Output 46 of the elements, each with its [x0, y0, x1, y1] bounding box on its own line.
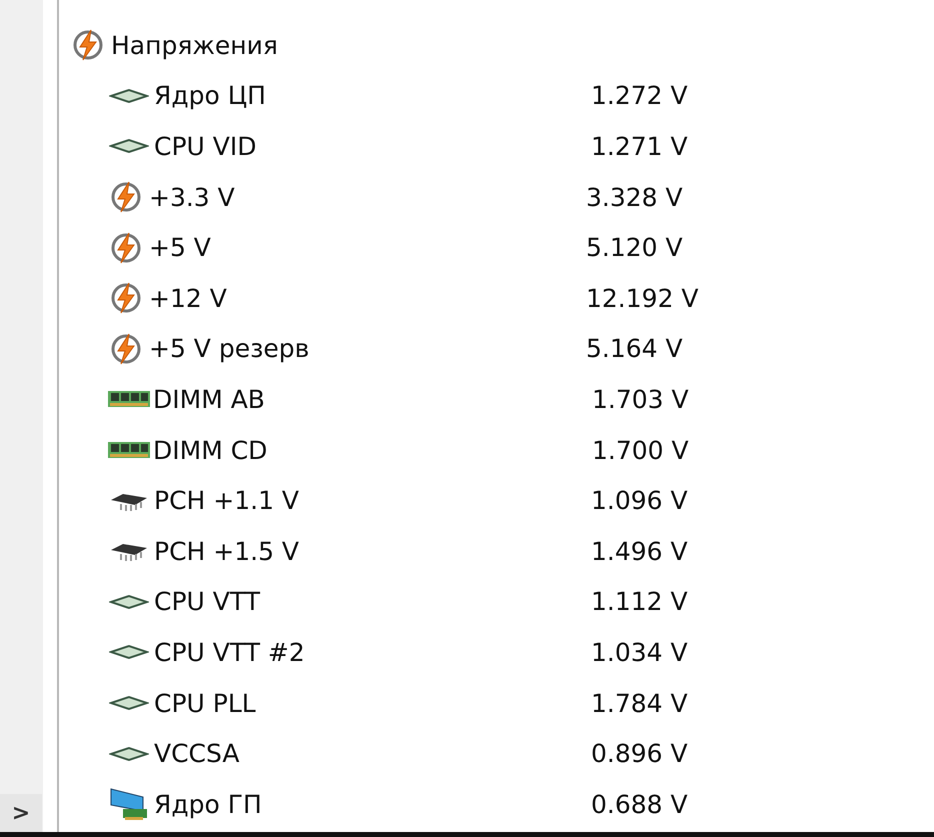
lightning-icon: [109, 180, 143, 214]
sensor-value: 1.700 V: [592, 436, 689, 465]
sensor-label: CPU VTT #2: [154, 638, 306, 667]
sensor-value: 5.120 V: [586, 233, 683, 262]
sensor-value: 1.703 V: [592, 384, 689, 414]
sensor-label: VCCSA: [154, 739, 240, 768]
sensor-label: DIMM AB: [153, 384, 266, 414]
sensor-value: 0.896 V: [591, 739, 688, 768]
sensor-value: 3.328 V: [586, 182, 683, 212]
sensor-value: 1.034 V: [591, 638, 688, 667]
sensor-value: 1.496 V: [591, 536, 688, 566]
sensor-value: 1.784 V: [591, 688, 688, 718]
lightning-icon: [109, 230, 143, 265]
sensor-value: 12.192 V: [586, 284, 699, 313]
sensor-value: 1.096 V: [591, 486, 688, 516]
expand-button[interactable]: >: [0, 794, 42, 832]
memory-module-icon: [107, 440, 151, 460]
sensor-label: DIMM CD: [153, 436, 268, 465]
sensor-value: 1.112 V: [591, 587, 688, 616]
sensor-label: +12 V: [149, 284, 228, 313]
sensor-label: +5 V: [149, 233, 212, 262]
lightning-icon: [109, 281, 143, 316]
sensor-label: Ядро ГП: [154, 790, 263, 819]
sensor-label: CPU PLL: [154, 688, 257, 718]
sensor-label: +3.3 V: [149, 182, 236, 212]
graphics-card-icon: [109, 787, 149, 822]
sensor-label: CPU VID: [154, 132, 258, 161]
processor-icon: [109, 138, 149, 154]
lightning-icon: [71, 28, 105, 62]
sensor-value: 5.164 V: [586, 334, 683, 364]
sensor-label: PCH +1.5 V: [154, 536, 300, 566]
sensor-value: 1.271 V: [591, 132, 688, 161]
sensor-label: +5 V резерв: [149, 334, 310, 364]
lightning-icon: [109, 332, 143, 366]
processor-icon: [109, 644, 149, 660]
processor-icon: [109, 695, 149, 712]
processor-icon: [109, 746, 149, 762]
sensor-label: PCH +1.1 V: [154, 486, 300, 516]
sensor-value: 0.688 V: [591, 790, 688, 819]
memory-module-icon: [107, 389, 151, 410]
sensor-label: CPU VTT: [154, 587, 262, 616]
group-label[interactable]: Напряжения: [111, 30, 278, 60]
processor-icon: [109, 594, 149, 610]
sensor-value: 1.272 V: [591, 81, 688, 110]
processor-icon: [109, 88, 149, 104]
sensor-label: Ядро ЦП: [154, 81, 267, 110]
